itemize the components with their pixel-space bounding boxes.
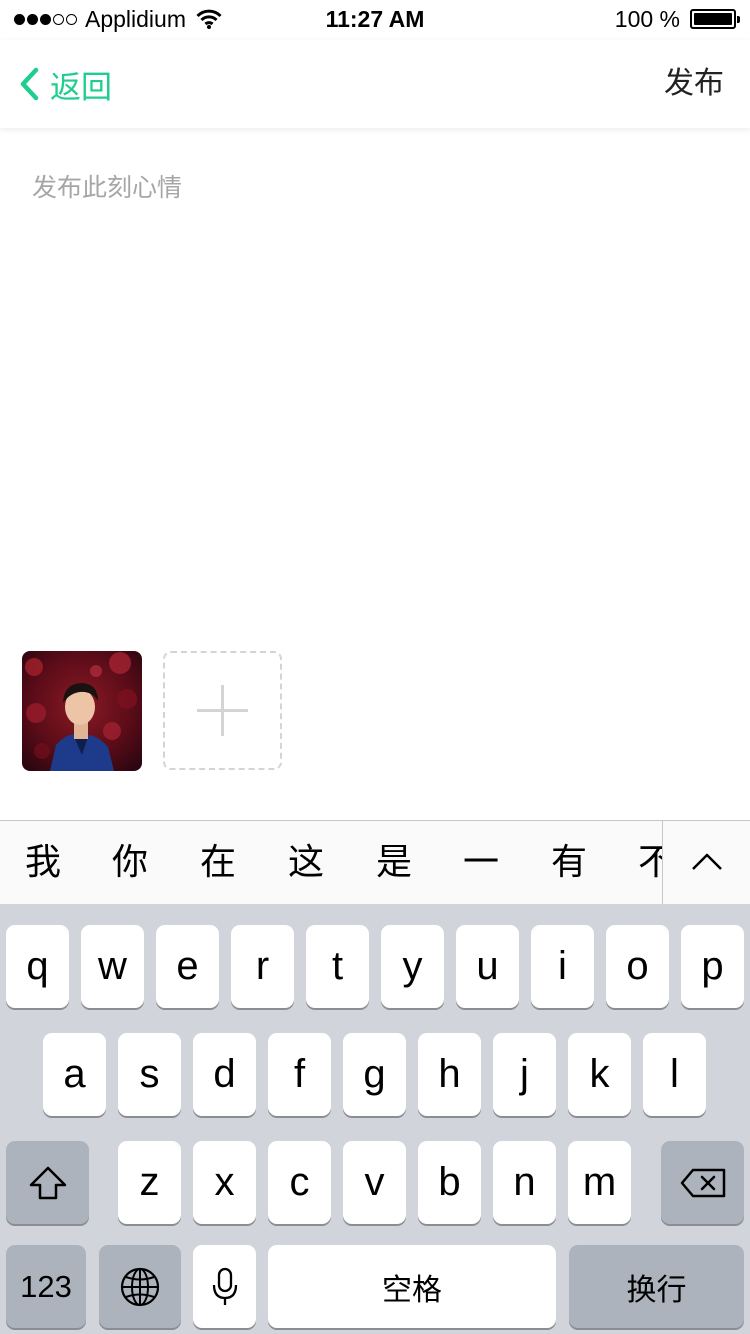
key-j[interactable]: j <box>493 1033 556 1116</box>
key-a[interactable]: a <box>43 1033 106 1116</box>
backspace-icon <box>680 1168 725 1197</box>
key-i[interactable]: i <box>531 925 594 1008</box>
key-v[interactable]: v <box>343 1141 406 1224</box>
shift-icon <box>29 1166 66 1199</box>
key-u[interactable]: u <box>456 925 519 1008</box>
key-m[interactable]: m <box>568 1141 631 1224</box>
keyboard: q w e r t y u i o p a s d f g h j k l z … <box>0 904 750 1334</box>
battery-fill <box>694 13 732 25</box>
candidate-item[interactable]: 有 <box>551 841 587 885</box>
globe-key[interactable] <box>99 1245 181 1328</box>
battery-percentage: 100 % <box>614 5 680 32</box>
space-key[interactable]: 空格 <box>268 1245 556 1328</box>
key-d[interactable]: d <box>193 1033 256 1116</box>
key-z[interactable]: z <box>118 1141 181 1224</box>
key-r[interactable]: r <box>231 925 294 1008</box>
status-bar: Applidium 11:27 AM 100 % <box>0 0 750 40</box>
battery-icon <box>690 9 740 29</box>
globe-icon <box>120 1267 160 1306</box>
add-photo-button[interactable] <box>163 651 282 770</box>
shift-key[interactable] <box>6 1141 89 1224</box>
key-q[interactable]: q <box>6 925 69 1008</box>
key-c[interactable]: c <box>268 1141 331 1224</box>
key-w[interactable]: w <box>81 925 144 1008</box>
back-button[interactable]: 返回 <box>18 62 112 106</box>
portrait-photo <box>22 651 142 771</box>
microphone-icon <box>212 1267 237 1305</box>
key-y[interactable]: y <box>381 925 444 1008</box>
candidate-item[interactable]: 不 <box>638 841 662 885</box>
candidate-item[interactable]: 这 <box>288 841 324 885</box>
key-l[interactable]: l <box>643 1033 706 1116</box>
candidate-item[interactable]: 在 <box>200 841 236 885</box>
key-o[interactable]: o <box>606 925 669 1008</box>
photo-thumbnail[interactable] <box>22 651 142 771</box>
key-f[interactable]: f <box>268 1033 331 1116</box>
key-g[interactable]: g <box>343 1033 406 1116</box>
status-right: 100 % <box>614 4 740 34</box>
key-b[interactable]: b <box>418 1141 481 1224</box>
numbers-key[interactable]: 123 <box>6 1245 86 1328</box>
dictation-key[interactable] <box>193 1245 256 1328</box>
chevron-left-icon <box>20 67 39 101</box>
delete-key[interactable] <box>661 1141 744 1224</box>
key-s[interactable]: s <box>118 1033 181 1116</box>
chevron-up-icon <box>692 853 722 870</box>
expand-candidates-button[interactable] <box>662 821 750 905</box>
return-key[interactable]: 换行 <box>569 1245 744 1328</box>
ime-candidate-bar: 我 你 在 这 是 一 有 不 <box>0 820 750 905</box>
key-k[interactable]: k <box>568 1033 631 1116</box>
key-p[interactable]: p <box>681 925 744 1008</box>
candidate-item[interactable]: 我 <box>25 841 61 885</box>
navigation-bar: 返回 发布 <box>0 40 750 128</box>
back-label: 返回 <box>50 69 112 105</box>
candidate-item[interactable]: 是 <box>376 841 412 885</box>
key-e[interactable]: e <box>156 925 219 1008</box>
candidate-item[interactable]: 一 <box>463 841 499 885</box>
key-n[interactable]: n <box>493 1141 556 1224</box>
mood-text-input[interactable] <box>32 168 722 608</box>
key-x[interactable]: x <box>193 1141 256 1224</box>
key-h[interactable]: h <box>418 1033 481 1116</box>
candidate-list: 我 你 在 这 是 一 有 不 <box>0 821 662 905</box>
plus-icon <box>197 685 248 736</box>
key-t[interactable]: t <box>306 925 369 1008</box>
candidate-item[interactable]: 你 <box>112 841 148 885</box>
publish-button[interactable]: 发布 <box>664 62 724 106</box>
